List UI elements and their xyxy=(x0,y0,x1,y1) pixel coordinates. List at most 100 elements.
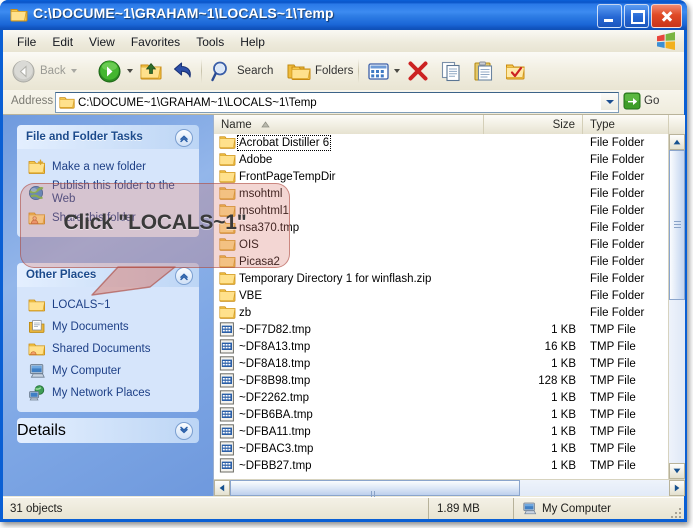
sort-ascending-icon xyxy=(261,119,270,131)
table-row[interactable]: nsa370.tmp File Folder xyxy=(214,219,669,236)
address-dropdown-button[interactable] xyxy=(601,93,618,110)
table-row[interactable]: msohtml1 File Folder xyxy=(214,202,669,219)
go-label: Go xyxy=(644,95,660,107)
task-label: Make a new folder xyxy=(52,160,146,173)
file-name: ~DFBA11.tmp xyxy=(239,425,311,438)
table-row[interactable]: zb File Folder xyxy=(214,304,669,321)
horizontal-scroll-track[interactable] xyxy=(230,480,669,516)
table-row[interactable]: VBE File Folder xyxy=(214,287,669,304)
table-row[interactable]: ~DF8A13.tmp 16 KB TMP File xyxy=(214,338,669,355)
vertical-scroll-thumb[interactable] xyxy=(669,150,685,300)
table-row[interactable]: Adobe File Folder xyxy=(214,151,669,168)
explorer-window: C:\DOCUME~1\GRAHAM~1\LOCALS~1\Temp File … xyxy=(0,0,687,522)
folder-icon xyxy=(219,169,236,184)
place-shared-documents[interactable]: Shared Documents xyxy=(17,338,199,360)
task-publish-to-web[interactable]: Publish this folder to the Web xyxy=(17,178,199,207)
shared-documents-icon xyxy=(28,341,46,357)
table-row[interactable]: FrontPageTempDir File Folder xyxy=(214,168,669,185)
table-row[interactable]: Picasa2 File Folder xyxy=(214,253,669,270)
folder-icon xyxy=(10,7,28,22)
table-row[interactable]: ~DF8B98.tmp 128 KB TMP File xyxy=(214,372,669,389)
file-list-pane: Name Size Type Acrobat Distiller 6 File … xyxy=(213,115,685,516)
folders-button[interactable]: Folders xyxy=(287,56,353,86)
table-row[interactable]: ~DFBB27.tmp 1 KB TMP File xyxy=(214,457,669,474)
table-row[interactable]: Acrobat Distiller 6 File Folder xyxy=(214,134,669,151)
file-name: Picasa2 xyxy=(239,255,280,268)
folder-icon xyxy=(219,271,236,286)
task-make-new-folder[interactable]: Make a new folder xyxy=(17,156,199,178)
chevron-down-icon xyxy=(605,99,614,104)
my-computer-icon xyxy=(28,363,46,379)
maximize-button[interactable] xyxy=(624,4,649,28)
menu-item-file[interactable]: File xyxy=(9,33,44,51)
back-arrow-icon xyxy=(12,60,35,82)
place-my-computer[interactable]: My Computer xyxy=(17,360,199,382)
menu-item-edit[interactable]: Edit xyxy=(44,33,81,51)
delete-button[interactable] xyxy=(407,56,429,86)
resize-grip-icon[interactable] xyxy=(670,506,682,518)
minimize-button[interactable] xyxy=(597,4,622,28)
tasks-panel-header[interactable]: File and Folder Tasks xyxy=(17,125,199,149)
table-row[interactable]: OIS File Folder xyxy=(214,236,669,253)
go-arrow-icon xyxy=(623,92,641,110)
table-row[interactable]: msohtml File Folder xyxy=(214,185,669,202)
paste-button[interactable] xyxy=(473,56,495,86)
file-name: Temporary Directory 1 for winflash.zip xyxy=(239,272,432,285)
menu-item-tools[interactable]: Tools xyxy=(188,33,232,51)
address-input[interactable]: C:\DOCUME~1\GRAHAM~1\LOCALS~1\Temp xyxy=(55,92,619,113)
column-header-type[interactable]: Type xyxy=(583,115,669,134)
scroll-left-button[interactable] xyxy=(214,480,230,496)
up-button[interactable] xyxy=(139,56,163,86)
horizontal-scroll-thumb[interactable] xyxy=(230,480,520,516)
file-type: File Folder xyxy=(590,289,645,302)
undo-button[interactable] xyxy=(171,56,195,86)
table-row[interactable]: Temporary Directory 1 for winflash.zip Fi… xyxy=(214,270,669,287)
table-row[interactable]: ~DFB6BA.tmp 1 KB TMP File xyxy=(214,406,669,423)
chevron-down-icon[interactable] xyxy=(127,69,133,73)
column-header-name[interactable]: Name xyxy=(214,115,484,134)
my-computer-icon xyxy=(522,502,537,515)
tasks-panel-body: Make a new folder Publish this folder to… xyxy=(17,149,199,237)
task-share-folder[interactable]: Share this folder xyxy=(17,207,199,229)
magnifier-icon xyxy=(211,61,227,82)
vertical-scrollbar[interactable] xyxy=(668,134,685,479)
close-button[interactable] xyxy=(651,4,682,28)
menu-item-favorites[interactable]: Favorites xyxy=(123,33,188,51)
chevron-up-icon[interactable] xyxy=(175,267,193,285)
vertical-scroll-track[interactable] xyxy=(669,150,685,463)
chevron-down-icon[interactable] xyxy=(175,422,193,440)
go-button[interactable]: Go xyxy=(623,92,659,110)
window-controls xyxy=(597,4,682,28)
chevron-down-icon[interactable] xyxy=(70,69,77,73)
chevron-down-icon[interactable] xyxy=(394,69,400,73)
other-places-panel: Other Places LOCALS~1 My Documents Share… xyxy=(17,263,199,412)
tmp-file-icon xyxy=(219,373,236,388)
table-row[interactable]: ~DFBA11.tmp 1 KB TMP File xyxy=(214,423,669,440)
back-button[interactable]: Back xyxy=(11,56,77,86)
other-places-header[interactable]: Other Places xyxy=(17,263,199,287)
scroll-up-button[interactable] xyxy=(669,134,685,150)
table-row[interactable]: ~DF2262.tmp 1 KB TMP File xyxy=(214,389,669,406)
details-panel-header[interactable]: Details xyxy=(17,418,199,443)
search-button[interactable]: Search xyxy=(211,56,273,86)
move-to-folder-button[interactable] xyxy=(505,56,527,86)
copy-button[interactable] xyxy=(441,56,463,86)
table-row[interactable]: ~DF7D82.tmp 1 KB TMP File xyxy=(214,321,669,338)
table-row[interactable]: ~DFBAC3.tmp 1 KB TMP File xyxy=(214,440,669,457)
chevron-up-icon[interactable] xyxy=(175,129,193,147)
menu-item-help[interactable]: Help xyxy=(232,33,273,51)
toolbar: Back Search Folders xyxy=(3,52,684,91)
place-locals-1[interactable]: LOCALS~1 xyxy=(17,294,199,316)
table-row[interactable]: ~DF8A18.tmp 1 KB TMP File xyxy=(214,355,669,372)
views-button[interactable] xyxy=(368,56,400,86)
place-my-documents[interactable]: My Documents xyxy=(17,316,199,338)
scroll-right-button[interactable] xyxy=(669,480,685,496)
forward-button[interactable] xyxy=(97,56,133,86)
tmp-file-icon xyxy=(219,322,236,337)
file-list-rows[interactable]: Acrobat Distiller 6 File Folder Adobe File … xyxy=(214,134,669,479)
column-header-size[interactable]: Size xyxy=(484,115,583,134)
horizontal-scrollbar[interactable] xyxy=(214,479,685,516)
menu-item-view[interactable]: View xyxy=(81,33,123,51)
scroll-down-button[interactable] xyxy=(669,463,685,479)
place-my-network-places[interactable]: My Network Places xyxy=(17,382,199,404)
